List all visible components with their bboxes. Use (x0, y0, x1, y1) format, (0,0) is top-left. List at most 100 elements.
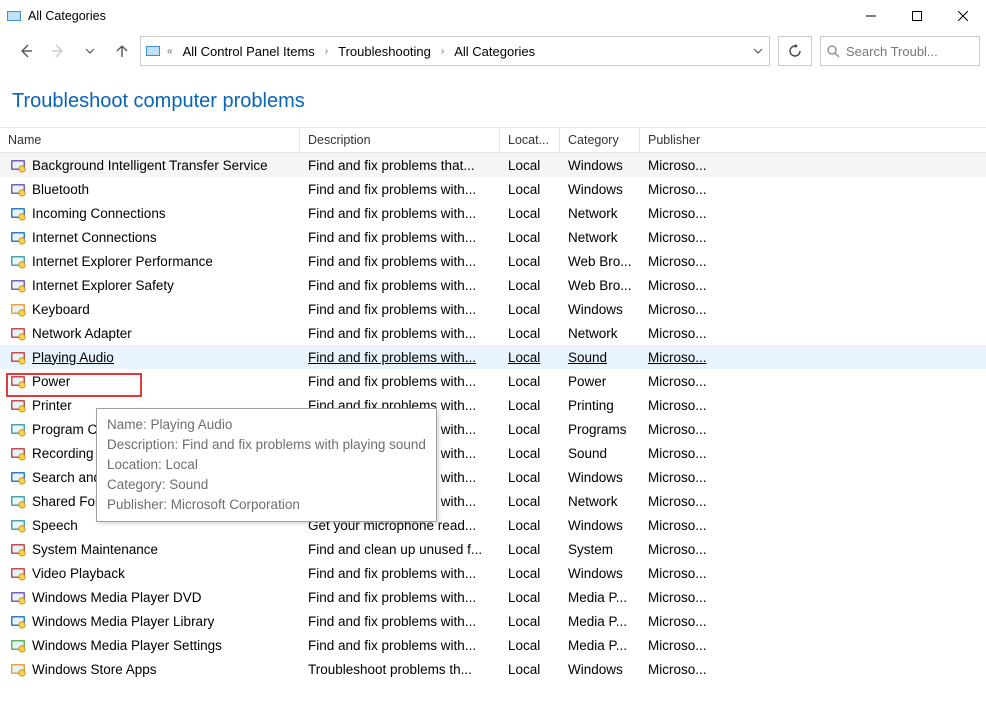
row-description: Find and fix problems with... (300, 369, 500, 393)
table-row[interactable]: Background Intelligent Transfer ServiceF… (0, 153, 986, 177)
location-icon (145, 43, 161, 59)
search-input[interactable]: Search Troubl... (820, 36, 980, 66)
row-location: Local (500, 609, 560, 633)
row-category: Printing (560, 393, 640, 417)
table-row[interactable]: Playing Audio Find and fix problems with.… (0, 345, 986, 369)
column-header-location[interactable]: Locat... (500, 128, 560, 152)
table-row[interactable]: BluetoothFind and fix problems with...Lo… (0, 177, 986, 201)
table-row[interactable]: PowerFind and fix problems with...LocalP… (0, 369, 986, 393)
address-bar[interactable]: « All Control Panel Items › Troubleshoot… (140, 36, 770, 66)
row-name: Windows Media Player Library (32, 614, 214, 629)
row-category: Windows (560, 561, 640, 585)
forward-button[interactable] (44, 37, 72, 65)
row-publisher: Microso... (640, 441, 720, 465)
row-publisher: Microso... (640, 345, 720, 369)
troubleshooter-icon (10, 373, 26, 389)
close-button[interactable] (940, 0, 986, 32)
troubleshooter-icon (10, 493, 26, 509)
row-category: System (560, 537, 640, 561)
row-name: Bluetooth (32, 182, 89, 197)
troubleshooter-icon (10, 565, 26, 581)
column-header-description[interactable]: Description (300, 128, 500, 152)
tooltip: Name: Playing Audio Description: Find an… (96, 408, 437, 522)
row-publisher: Microso... (640, 561, 720, 585)
row-publisher: Microso... (640, 153, 720, 177)
row-name: System Maintenance (32, 542, 158, 557)
row-description: Find and fix problems with... (300, 177, 500, 201)
chevron-right-icon[interactable]: › (439, 46, 446, 57)
row-category: Web Bro... (560, 249, 640, 273)
row-location: Local (500, 249, 560, 273)
row-publisher: Microso... (640, 489, 720, 513)
troubleshooter-icon (10, 301, 26, 317)
address-dropdown[interactable] (751, 46, 765, 56)
column-header-category[interactable]: Category (560, 128, 640, 152)
row-location: Local (500, 417, 560, 441)
troubleshooter-icon (10, 421, 26, 437)
row-category: Media P... (560, 633, 640, 657)
troubleshooter-icon (10, 589, 26, 605)
table-row[interactable]: Video PlaybackFind and fix problems with… (0, 561, 986, 585)
row-publisher: Microso... (640, 537, 720, 561)
recent-locations-dropdown[interactable] (76, 37, 104, 65)
row-name: Playing Audio (32, 350, 114, 365)
row-name: Internet Connections (32, 230, 157, 245)
row-location: Local (500, 537, 560, 561)
table-row[interactable]: Windows Media Player SettingsFind and fi… (0, 633, 986, 657)
minimize-button[interactable] (848, 0, 894, 32)
back-button[interactable] (12, 37, 40, 65)
maximize-button[interactable] (894, 0, 940, 32)
row-publisher: Microso... (640, 249, 720, 273)
troubleshooter-icon (10, 325, 26, 341)
up-button[interactable] (108, 37, 136, 65)
table-header: Name Description Locat... Category Publi… (0, 127, 986, 153)
row-location: Local (500, 489, 560, 513)
row-description: Find and fix problems with... (300, 561, 500, 585)
row-publisher: Microso... (640, 321, 720, 345)
row-publisher: Microso... (640, 369, 720, 393)
row-category: Windows (560, 513, 640, 537)
troubleshooter-icon (10, 181, 26, 197)
table-row[interactable]: Internet ConnectionsFind and fix problem… (0, 225, 986, 249)
page-title: Troubleshoot computer problems (0, 70, 986, 127)
row-location: Local (500, 561, 560, 585)
row-publisher: Microso... (640, 585, 720, 609)
row-category: Network (560, 321, 640, 345)
table-row[interactable]: Windows Media Player DVDFind and fix pro… (0, 585, 986, 609)
breadcrumb-item[interactable]: All Control Panel Items (179, 42, 319, 61)
table-row[interactable]: Incoming ConnectionsFind and fix problem… (0, 201, 986, 225)
row-publisher: Microso... (640, 393, 720, 417)
troubleshooter-icon (10, 277, 26, 293)
troubleshooter-icon (10, 349, 26, 365)
tooltip-line: Description: Find and fix problems with … (107, 435, 426, 455)
row-publisher: Microso... (640, 177, 720, 201)
row-description: Find and fix problems with... (300, 345, 500, 369)
refresh-button[interactable] (778, 36, 812, 66)
window-title: All Categories (28, 9, 848, 23)
column-header-name[interactable]: Name (0, 128, 300, 152)
row-category: Sound (560, 345, 640, 369)
row-name: Keyboard (32, 302, 90, 317)
troubleshooter-icon (10, 541, 26, 557)
breadcrumb-item[interactable]: All Categories (450, 42, 539, 61)
table-row[interactable]: Windows Store AppsTroubleshoot problems … (0, 657, 986, 681)
app-icon (6, 8, 22, 24)
troubleshooter-icon (10, 661, 26, 677)
row-name: Windows Store Apps (32, 662, 157, 677)
row-publisher: Microso... (640, 513, 720, 537)
table-row[interactable]: Network AdapterFind and fix problems wit… (0, 321, 986, 345)
row-description: Find and fix problems with... (300, 633, 500, 657)
row-location: Local (500, 369, 560, 393)
table-row[interactable]: KeyboardFind and fix problems with...Loc… (0, 297, 986, 321)
row-description: Find and fix problems with... (300, 297, 500, 321)
breadcrumb-item[interactable]: Troubleshooting (334, 42, 435, 61)
chevron-right-icon[interactable]: › (323, 46, 330, 57)
table-row[interactable]: Internet Explorer PerformanceFind and fi… (0, 249, 986, 273)
table-row[interactable]: Windows Media Player LibraryFind and fix… (0, 609, 986, 633)
table-row[interactable]: System MaintenanceFind and clean up unus… (0, 537, 986, 561)
column-header-publisher[interactable]: Publisher (640, 128, 720, 152)
search-placeholder: Search Troubl... (846, 44, 938, 59)
tooltip-line: Name: Playing Audio (107, 415, 426, 435)
table-row[interactable]: Internet Explorer SafetyFind and fix pro… (0, 273, 986, 297)
chevron-left-icon: « (165, 46, 175, 57)
